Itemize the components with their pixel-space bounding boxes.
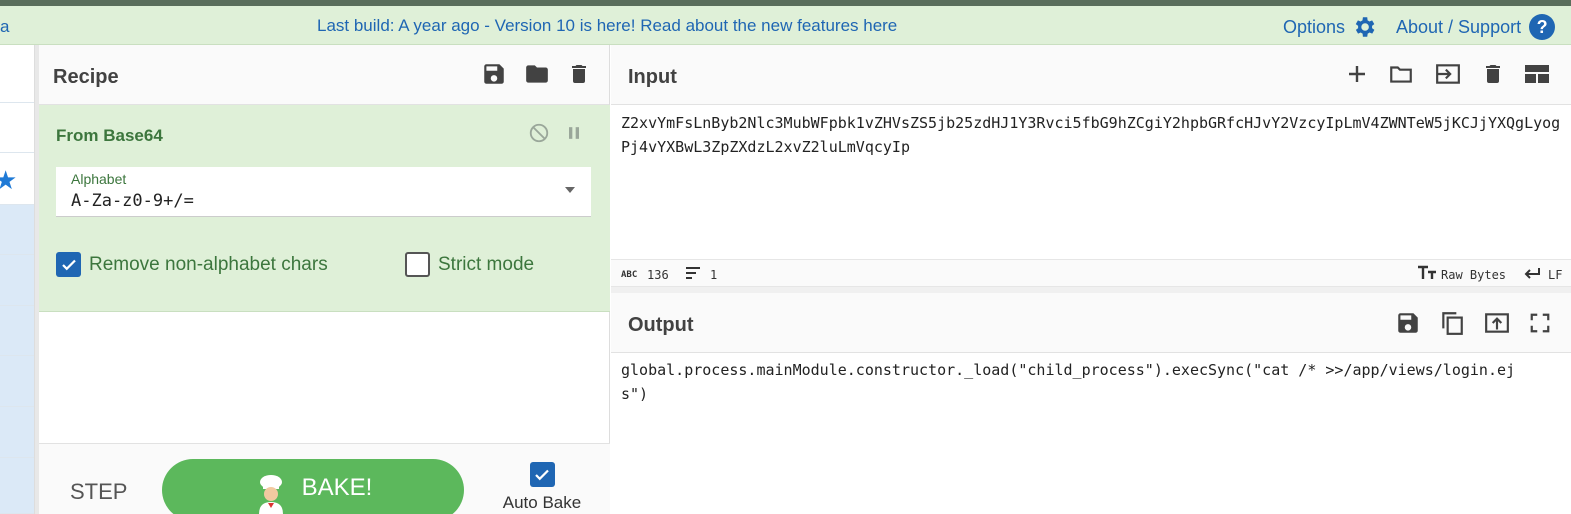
ops-list-item[interactable] xyxy=(0,458,34,514)
bake-controls: STEP BAKE! Auto Bake xyxy=(39,443,610,514)
output-header: Output xyxy=(611,293,1571,353)
ops-search-row[interactable] xyxy=(0,45,34,103)
input-header: Input xyxy=(611,45,1571,105)
remove-non-alphabet-label: Remove non-alphabet chars xyxy=(89,253,328,275)
bake-button[interactable]: BAKE! xyxy=(162,459,464,514)
alphabet-label: Alphabet xyxy=(71,171,127,187)
ops-category-row[interactable] xyxy=(0,103,34,153)
options-label: Options xyxy=(1283,16,1346,37)
bake-label: BAKE! xyxy=(301,474,373,501)
layout-icon[interactable] xyxy=(1523,62,1551,86)
eol-selector[interactable]: LF xyxy=(1548,268,1562,282)
ops-list-item[interactable] xyxy=(0,407,34,458)
banner-edge-text: a xyxy=(0,17,10,36)
input-textarea[interactable]: Z2xvYmFsLnByb2Nlc3MubWFpbk1vZHVsZS5jb25z… xyxy=(621,111,1566,159)
alphabet-value: A-Za-z0-9+/= xyxy=(71,191,194,211)
star-icon: ★ xyxy=(0,165,18,195)
help-icon: ? xyxy=(1529,14,1556,40)
checkbox-checked-icon xyxy=(56,252,81,277)
ops-list-item[interactable] xyxy=(0,306,34,356)
output-title: Output xyxy=(628,314,694,336)
ops-list-item[interactable] xyxy=(0,356,34,407)
folder-icon[interactable] xyxy=(523,61,551,87)
step-button[interactable]: STEP xyxy=(70,479,127,505)
add-tab-icon[interactable] xyxy=(1345,62,1369,86)
operations-panel: ★ xyxy=(0,45,35,514)
alphabet-select[interactable]: Alphabet A-Za-z0-9+/= xyxy=(56,167,591,217)
checkbox-checked-icon xyxy=(529,462,555,487)
disable-icon[interactable] xyxy=(528,122,550,144)
abc-icon: ABC xyxy=(621,270,638,280)
chevron-down-icon xyxy=(565,187,575,193)
gear-icon xyxy=(1351,14,1377,40)
encoding-selector[interactable]: Raw Bytes xyxy=(1441,268,1506,282)
ops-list-item[interactable] xyxy=(0,205,34,255)
io-panel: Input Z2xvYmFsLnByb2Nlc3MubWFpbk1vZHVsZS… xyxy=(611,45,1571,514)
notice-banner: a Last build: A year ago - Version 10 is… xyxy=(0,6,1571,45)
input-statusbar: ABC 136 1 Raw Bytes LF xyxy=(611,259,1571,287)
text-encoding-icon xyxy=(1417,265,1437,281)
copy-icon[interactable] xyxy=(1439,309,1465,337)
import-file-icon[interactable] xyxy=(1433,61,1463,87)
save-output-icon[interactable] xyxy=(1395,310,1421,336)
options-button[interactable]: Options xyxy=(1283,14,1377,40)
recipe-title: Recipe xyxy=(53,66,119,88)
trash-icon[interactable] xyxy=(567,61,591,87)
ops-list-item[interactable] xyxy=(0,255,34,306)
strict-mode-label: Strict mode xyxy=(438,253,535,275)
open-folder-icon[interactable] xyxy=(1387,61,1415,87)
auto-bake-label: Auto Bake xyxy=(502,493,582,512)
chef-icon xyxy=(254,474,288,514)
output-text[interactable]: global.process.mainModule.constructor._l… xyxy=(621,358,1521,406)
auto-bake-toggle[interactable]: Auto Bake xyxy=(502,462,582,513)
recipe-panel: Recipe From Base64 Alphabet A-Za-z0-9+/=… xyxy=(39,45,610,514)
input-length: 136 xyxy=(647,268,669,282)
checkbox-unchecked-icon xyxy=(405,252,430,277)
input-title: Input xyxy=(628,66,677,88)
banner-message-link[interactable]: Last build: A year ago - Version 10 is h… xyxy=(317,16,897,36)
clear-input-icon[interactable] xyxy=(1481,61,1505,87)
save-icon[interactable] xyxy=(481,61,507,87)
input-lines: 1 xyxy=(710,268,718,282)
replace-input-icon[interactable] xyxy=(1483,310,1511,336)
pause-icon[interactable] xyxy=(564,122,584,144)
remove-non-alphabet-checkbox[interactable]: Remove non-alphabet chars xyxy=(56,252,328,277)
about-support-button[interactable]: About / Support ? xyxy=(1396,14,1556,40)
fullscreen-icon[interactable] xyxy=(1529,312,1551,334)
about-support-label: About / Support xyxy=(1396,16,1522,37)
from-base64-operation[interactable]: From Base64 Alphabet A-Za-z0-9+/= Remove… xyxy=(39,105,610,312)
strict-mode-checkbox[interactable]: Strict mode xyxy=(405,252,534,277)
eol-icon xyxy=(1523,266,1541,280)
recipe-header: Recipe xyxy=(39,45,609,105)
lines-icon xyxy=(685,266,701,280)
operation-name: From Base64 xyxy=(56,126,163,145)
